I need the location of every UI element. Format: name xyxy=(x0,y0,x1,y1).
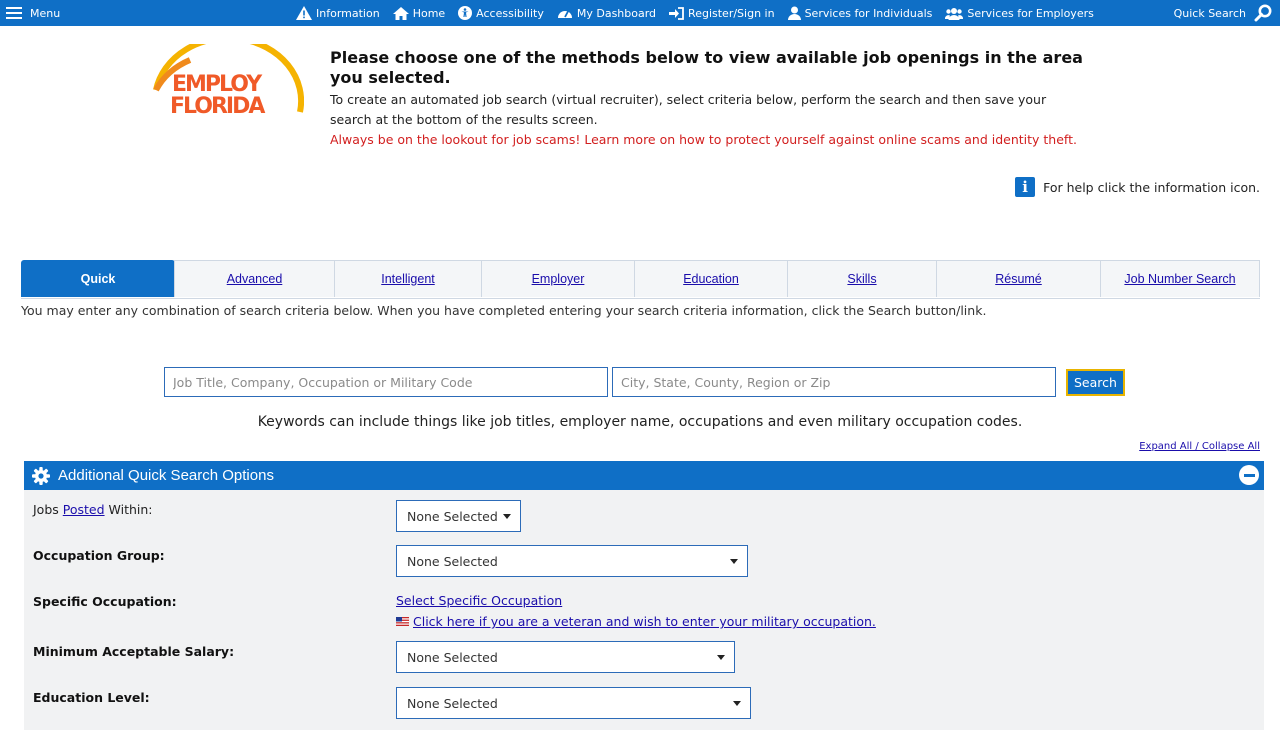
chevron-down-icon xyxy=(730,559,738,564)
select-specific-occupation-link[interactable]: Select Specific Occupation xyxy=(396,593,562,608)
tab-education[interactable]: Education xyxy=(634,260,788,297)
veteran-link-row: Click here if you are a veteran and wish… xyxy=(396,614,876,629)
search-button[interactable]: Search xyxy=(1066,368,1125,396)
tab-resume[interactable]: Résumé xyxy=(936,260,1101,297)
nav-dashboard-label: My Dashboard xyxy=(576,6,657,20)
warning-icon xyxy=(296,6,312,20)
min-salary-value: None Selected xyxy=(407,649,498,665)
group-icon xyxy=(945,7,964,20)
posted-link[interactable]: Posted xyxy=(63,502,105,517)
nav-information[interactable]: Information xyxy=(296,6,380,20)
info-icon[interactable]: i xyxy=(1015,177,1036,197)
home-icon xyxy=(392,6,409,20)
nav-services-employers-label: Services for Employers xyxy=(967,6,1094,20)
svg-text:FLORIDA: FLORIDA xyxy=(170,94,265,119)
education-level-label: Education Level: xyxy=(33,690,150,705)
dashboard-icon xyxy=(557,10,572,18)
nav-home-label: Home xyxy=(412,6,446,20)
page-title: Please choose one of the methods below t… xyxy=(330,48,1083,87)
keywords-note: Keywords can include things like job tit… xyxy=(257,414,1023,430)
scam-warning-end: . xyxy=(1072,132,1077,147)
nav-register-sign-in-label: Register/Sign in xyxy=(688,6,775,20)
tab-job-number-search[interactable]: Job Number Search xyxy=(1100,260,1260,297)
occupation-group-value: None Selected xyxy=(407,553,498,569)
chevron-down-icon xyxy=(733,701,741,706)
nav-links: Information Home Accessibility My Dashbo… xyxy=(296,0,1107,26)
tab-advanced[interactable]: Advanced xyxy=(174,260,335,297)
jobs-posted-value: None Selected xyxy=(407,508,498,524)
min-salary-select[interactable]: None Selected xyxy=(396,641,735,673)
nav-home[interactable]: Home xyxy=(392,6,446,20)
tab-quick[interactable]: Quick xyxy=(21,260,175,297)
jobs-posted-select[interactable]: None Selected xyxy=(396,500,521,532)
sign-in-icon xyxy=(669,6,684,20)
occupation-group-label: Occupation Group: xyxy=(33,548,165,563)
tab-employer[interactable]: Employer xyxy=(481,260,635,297)
tab-skills[interactable]: Skills xyxy=(787,260,937,297)
occupation-group-select[interactable]: None Selected xyxy=(396,545,748,577)
chevron-down-icon xyxy=(717,655,725,660)
header-text: Please choose one of the methods below t… xyxy=(330,48,1090,150)
scam-warning: Always be on the lookout for job scams! … xyxy=(330,130,1090,150)
options-panel-header[interactable]: Additional Quick Search Options xyxy=(24,461,1264,490)
nav-register-sign-in[interactable]: Register/Sign in xyxy=(669,7,775,20)
scam-warning-text: Always be on the lookout for job scams! … xyxy=(330,132,879,147)
expand-collapse-link[interactable]: Expand All / Collapse All xyxy=(1139,441,1260,452)
page-description: To create an automated job search (virtu… xyxy=(330,92,1047,127)
search-method-tabs: Quick Advanced Intelligent Employer Educ… xyxy=(21,260,1260,299)
specific-occupation-label: Specific Occupation: xyxy=(33,594,177,609)
education-level-select[interactable]: None Selected xyxy=(396,687,751,719)
help-text: For help click the information icon. xyxy=(1043,179,1260,195)
options-panel-title: Additional Quick Search Options xyxy=(58,467,274,484)
education-level-value: None Selected xyxy=(407,695,498,711)
min-salary-label: Minimum Acceptable Salary: xyxy=(33,644,235,659)
collapse-icon[interactable] xyxy=(1239,465,1259,485)
quick-search-label: Quick Search xyxy=(1173,6,1246,20)
nav-accessibility-label: Accessibility xyxy=(476,6,544,20)
tab-intelligent[interactable]: Intelligent xyxy=(334,260,482,297)
location-input[interactable] xyxy=(612,367,1056,397)
menu-button[interactable]: Menu xyxy=(6,0,60,26)
nav-information-label: Information xyxy=(316,6,380,20)
nav-accessibility[interactable]: Accessibility xyxy=(458,6,544,20)
keyword-input[interactable] xyxy=(164,367,608,397)
nav-services-individuals[interactable]: Services for Individuals xyxy=(787,6,933,20)
scam-info-link[interactable]: online scams and identity theft xyxy=(878,132,1073,147)
gear-icon xyxy=(32,466,50,485)
hamburger-icon xyxy=(6,7,22,19)
person-icon xyxy=(787,6,801,20)
tab-intro-text: You may enter any combination of search … xyxy=(21,303,987,318)
employ-florida-logo[interactable]: EMPLOY FLORIDA xyxy=(150,44,304,120)
search-row: Search xyxy=(164,367,1125,397)
nav-services-individuals-label: Services for Individuals xyxy=(804,6,933,20)
nav-services-employers[interactable]: Services for Employers xyxy=(945,6,1094,20)
veteran-occupation-link[interactable]: Click here if you are a veteran and wish… xyxy=(413,614,876,629)
quick-search-button[interactable]: Quick Search xyxy=(1174,0,1272,26)
chevron-down-icon xyxy=(503,514,511,519)
nav-dashboard[interactable]: My Dashboard xyxy=(557,6,656,20)
accessibility-icon xyxy=(458,6,473,20)
search-icon xyxy=(1254,4,1272,22)
jobs-posted-label: Jobs Posted Within: xyxy=(33,502,153,517)
top-nav-bar: Menu Information Home Accessibility My D… xyxy=(0,0,1280,26)
us-flag-icon xyxy=(396,617,409,626)
menu-label: Menu xyxy=(30,6,61,20)
help-hint: i For help click the information icon. xyxy=(1015,177,1260,197)
